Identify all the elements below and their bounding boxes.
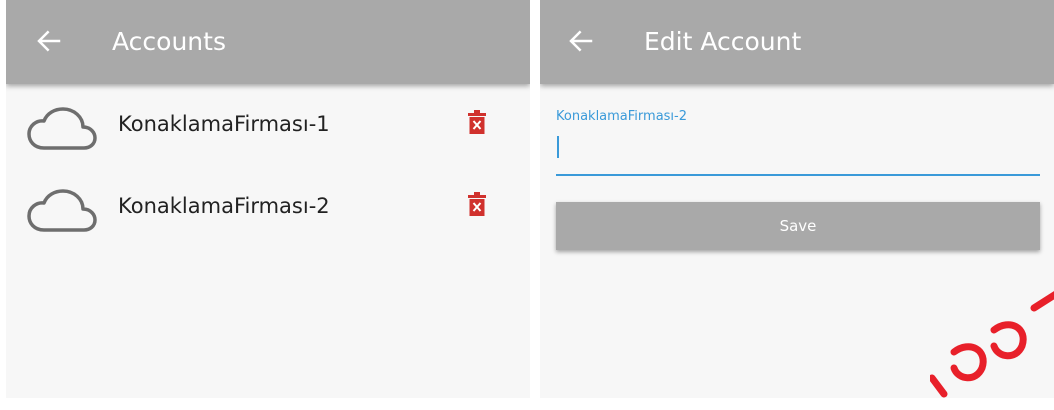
- page-title: Accounts: [112, 27, 226, 56]
- account-name-label: KonaklamaFirması-2: [556, 109, 688, 124]
- trash-icon[interactable]: [468, 192, 486, 216]
- cloud-icon: [27, 189, 97, 232]
- text-cursor: [557, 136, 559, 158]
- accounts-screen: Accounts KonaklamaFirması-1 KonaklamaFir…: [6, 0, 530, 398]
- watermark-logo: [930, 291, 1054, 398]
- account-item-1[interactable]: KonaklamaFirması-1: [6, 84, 530, 166]
- arrow-left-icon[interactable]: [566, 26, 596, 56]
- page-title: Edit Account: [644, 27, 802, 56]
- accounts-list: KonaklamaFirması-1 KonaklamaFirması-2: [6, 84, 530, 248]
- account-name: KonaklamaFirması-1: [118, 112, 330, 136]
- accounts-app-bar: Accounts: [6, 0, 530, 84]
- cloud-icon: [27, 107, 97, 150]
- account-item-2[interactable]: KonaklamaFirması-2: [6, 166, 530, 248]
- account-name: KonaklamaFirması-2: [118, 194, 330, 218]
- trash-icon[interactable]: [468, 110, 486, 134]
- edit-account-app-bar: Edit Account: [540, 0, 1054, 84]
- account-name-field[interactable]: [556, 130, 1040, 176]
- arrow-left-icon[interactable]: [34, 26, 64, 56]
- save-button[interactable]: Save: [556, 202, 1040, 250]
